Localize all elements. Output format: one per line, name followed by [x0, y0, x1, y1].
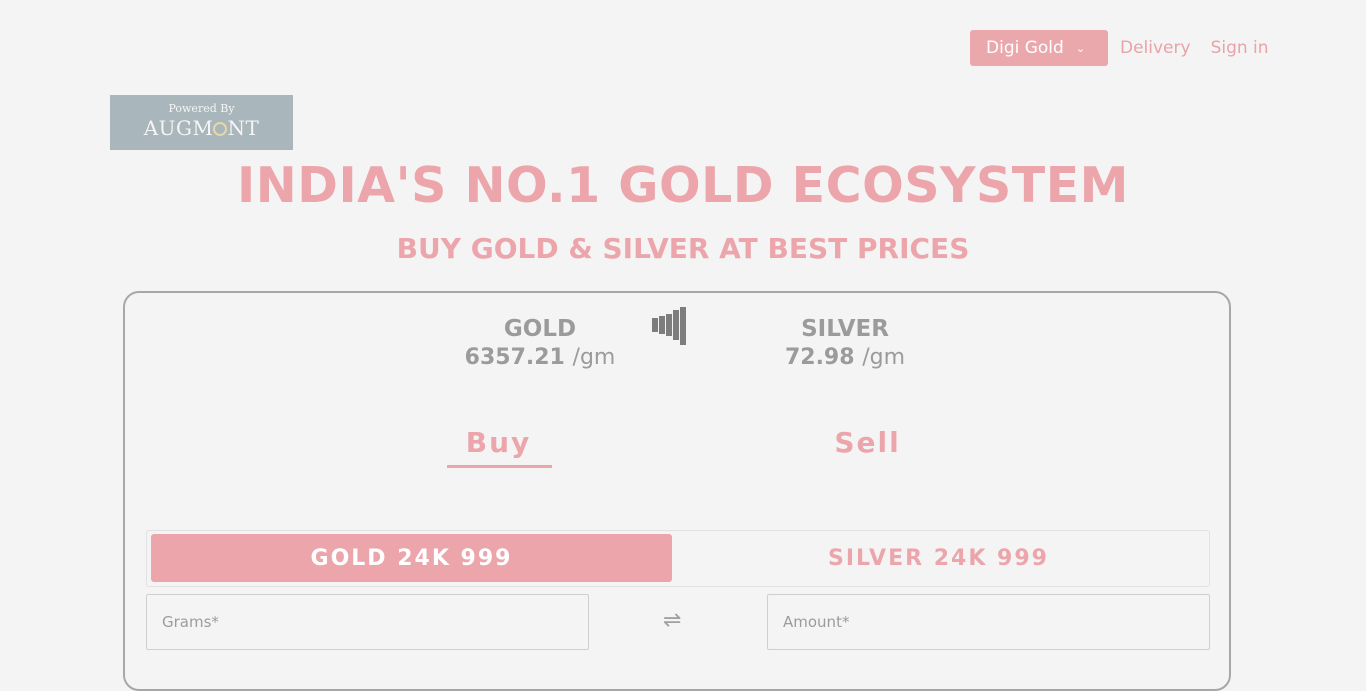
metal-toggle: GOLD 24K 999 SILVER 24K 999: [146, 530, 1210, 587]
gold-24k-toggle[interactable]: GOLD 24K 999: [151, 534, 672, 582]
active-tab-underline: [447, 465, 552, 468]
gold-price: GOLD 6357.21 /gm: [450, 315, 630, 373]
amount-placeholder: Amount*: [783, 613, 850, 631]
amount-input[interactable]: Amount*: [767, 594, 1210, 650]
augmont-ring-icon: [213, 122, 228, 136]
silver-price: SILVER 72.98 /gm: [755, 315, 935, 373]
sign-in-link[interactable]: Sign in: [1211, 38, 1269, 58]
delivery-link[interactable]: Delivery: [1120, 38, 1191, 58]
tab-sell[interactable]: Sell: [815, 426, 920, 459]
silver-price-label: SILVER: [801, 316, 889, 342]
digi-gold-dropdown[interactable]: Digi Gold ⌄: [970, 30, 1108, 66]
chevron-down-icon: ⌄: [1075, 41, 1086, 55]
tab-buy[interactable]: Buy: [446, 426, 551, 459]
hero-title: INDIA'S NO.1 GOLD ECOSYSTEM: [237, 157, 1129, 214]
silver-24k-toggle[interactable]: SILVER 24K 999: [672, 534, 1205, 582]
trade-card: GOLD 6357.21 /gm SILVER 72.98 /gm Buy Se…: [123, 291, 1231, 691]
top-nav: Digi Gold ⌄ Delivery Sign in: [970, 30, 1269, 66]
augmont-logo: Powered By AUGM NT: [110, 95, 293, 150]
gold-price-label: GOLD: [503, 316, 577, 342]
hero-subtitle: BUY GOLD & SILVER AT BEST PRICES: [396, 232, 970, 265]
swap-arrows-icon[interactable]: ⇌: [663, 608, 681, 633]
signal-bars-icon: [652, 307, 686, 345]
digi-gold-label: Digi Gold: [986, 38, 1064, 58]
silver-price-value: 72.98 /gm: [784, 345, 906, 370]
hero: INDIA'S NO.1 GOLD ECOSYSTEM BUY GOLD & S…: [0, 155, 1366, 267]
gold-price-value: 6357.21 /gm: [464, 345, 616, 370]
grams-input[interactable]: Grams*: [146, 594, 589, 650]
augmont-wordmark: AUGM NT: [143, 116, 260, 140]
powered-by-text: Powered By: [168, 102, 235, 115]
grams-placeholder: Grams*: [162, 613, 219, 631]
